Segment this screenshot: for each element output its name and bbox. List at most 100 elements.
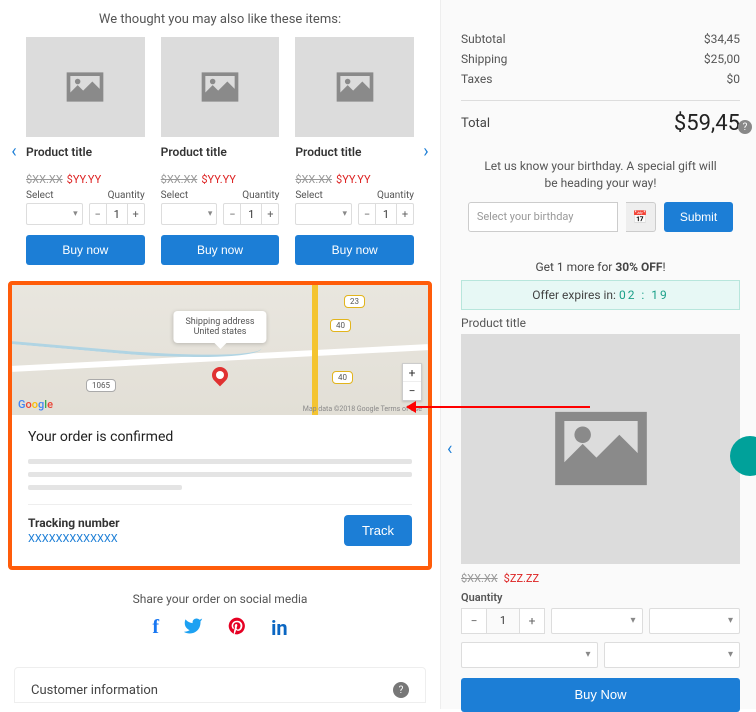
shipping-map[interactable]: 23 40 40 1065 Shipping address United st… — [12, 285, 428, 415]
product-price: $XX.XX$YY.YY — [161, 173, 280, 186]
calendar-icon[interactable]: 📅 — [626, 202, 656, 232]
product-image-placeholder — [295, 37, 414, 137]
map-zoom-in[interactable]: + — [403, 364, 421, 382]
buy-now-button[interactable]: Buy now — [295, 235, 414, 265]
divider — [461, 100, 740, 101]
qty-increment[interactable]: + — [519, 608, 545, 634]
map-zoom-out[interactable]: − — [403, 382, 421, 400]
summary-subtotal: Subtotal$34,45 — [461, 32, 740, 46]
old-price: $XX.XX — [26, 173, 63, 186]
deal-product-title: Product title — [461, 316, 740, 330]
deal-carousel-prev[interactable]: ‹ — [447, 438, 452, 459]
quantity-stepper: − 1 + — [223, 203, 279, 225]
variant-select[interactable]: ▾ — [604, 642, 741, 668]
customer-information-label: Customer information — [31, 683, 158, 698]
birthday-submit-button[interactable]: Submit — [664, 202, 733, 232]
new-price: $YY.YY — [336, 173, 371, 186]
new-price: $YY.YY — [201, 173, 236, 186]
qty-value: 1 — [376, 203, 396, 225]
old-price: $XX.XX — [461, 572, 498, 585]
variant-select[interactable]: ▾ — [161, 203, 218, 225]
quantity-stepper: − 1 + — [461, 608, 545, 634]
quantity-stepper: − 1 + — [89, 203, 145, 225]
product-title: Product title — [161, 145, 280, 159]
quantity-label: Quantity — [377, 190, 414, 201]
quantity-label: Quantity — [461, 591, 740, 604]
map-pin-icon — [209, 364, 232, 387]
route-badge: 1065 — [86, 379, 116, 392]
product-title: Product title — [26, 145, 145, 159]
map-address-callout: Shipping address United states — [173, 311, 266, 343]
new-price: $ZZ.ZZ — [504, 572, 539, 585]
track-button[interactable]: Track — [344, 515, 412, 546]
qty-increment[interactable]: + — [261, 203, 279, 225]
qty-value: 1 — [487, 608, 519, 634]
customer-information-section[interactable]: Customer information ? — [14, 667, 426, 703]
facebook-icon[interactable]: f — [152, 616, 159, 641]
birthday-input[interactable]: Select your birthday — [468, 202, 618, 232]
summary-taxes: Taxes$0 — [461, 72, 740, 86]
deal-price: $XX.XX $ZZ.ZZ — [461, 572, 740, 585]
variant-select[interactable]: ▾ — [295, 203, 352, 225]
qty-decrement[interactable]: − — [358, 203, 376, 225]
product-card: Product title $XX.XX $YY.YY Select Quanti… — [295, 37, 414, 265]
buy-now-button[interactable]: Buy now — [161, 235, 280, 265]
birthday-cta-text: Let us know your birthday. A special gif… — [481, 158, 720, 192]
deal-product-image — [461, 334, 740, 564]
select-label: Select — [295, 190, 322, 201]
buy-now-button[interactable]: Buy Now — [461, 678, 740, 712]
text-placeholder — [28, 459, 412, 464]
divider — [28, 504, 412, 505]
product-price: $XX.XX$YY.YY — [26, 173, 145, 186]
image-icon — [546, 401, 656, 496]
variant-select[interactable]: ▾ — [649, 608, 741, 634]
pinterest-icon[interactable] — [227, 616, 247, 641]
summary-shipping: Shipping$25,00 — [461, 52, 740, 66]
buy-now-button[interactable]: Buy now — [26, 235, 145, 265]
order-confirmation-panel: 23 40 40 1065 Shipping address United st… — [8, 281, 432, 570]
qty-increment[interactable]: + — [127, 203, 145, 225]
qty-increment[interactable]: + — [396, 203, 414, 225]
image-icon — [63, 68, 107, 106]
qty-decrement[interactable]: − — [89, 203, 107, 225]
text-placeholder — [28, 485, 182, 490]
quantity-label: Quantity — [108, 190, 145, 201]
variant-select[interactable]: ▾ — [461, 642, 598, 668]
text-placeholder — [28, 472, 412, 477]
qty-value: 1 — [107, 203, 127, 225]
qty-decrement[interactable]: − — [461, 608, 487, 634]
product-image-placeholder — [26, 37, 145, 137]
product-card: Product title $XX.XX$YY.YY Select Quanti… — [26, 37, 145, 265]
carousel-prev[interactable]: ‹ — [8, 141, 20, 162]
product-title: Product title — [295, 145, 414, 159]
product-image-placeholder — [161, 37, 280, 137]
offer-heading: Get 1 more for 30% OFF! — [461, 260, 740, 274]
order-confirmed-heading: Your order is confirmed — [28, 429, 412, 445]
qty-decrement[interactable]: − — [223, 203, 241, 225]
variant-select[interactable]: ▾ — [551, 608, 643, 634]
image-icon — [333, 68, 377, 106]
share-heading: Share your order on social media — [8, 592, 432, 606]
tracking-number-value[interactable]: XXXXXXXXXXXXX — [28, 532, 120, 545]
old-price: $XX.XX — [295, 173, 332, 186]
product-price: $XX.XX $YY.YY — [295, 173, 414, 186]
help-icon[interactable]: ? — [738, 120, 752, 134]
twitter-icon[interactable] — [183, 616, 203, 641]
product-card: Product title $XX.XX$YY.YY Select Quanti… — [161, 37, 280, 265]
tracking-number-label: Tracking number — [28, 516, 120, 530]
route-badge: 40 — [332, 371, 353, 384]
image-icon — [198, 68, 242, 106]
recommendation-cards: Product title $XX.XX $YY.YY Select Quanti… — [26, 37, 414, 265]
quantity-label: Quantity — [242, 190, 279, 201]
carousel-next[interactable]: › — [420, 141, 432, 162]
recommendations-heading: We thought you may also like these items… — [8, 12, 432, 27]
help-icon[interactable]: ? — [393, 682, 409, 698]
select-label: Select — [161, 190, 188, 201]
route-badge: 40 — [330, 319, 351, 332]
quantity-stepper: − 1 + — [358, 203, 414, 225]
linkedin-icon[interactable]: in — [271, 616, 288, 641]
annotation-arrow — [410, 406, 590, 408]
variant-select[interactable]: ▾ — [26, 203, 83, 225]
route-badge: 23 — [344, 295, 365, 308]
qty-value: 1 — [241, 203, 261, 225]
